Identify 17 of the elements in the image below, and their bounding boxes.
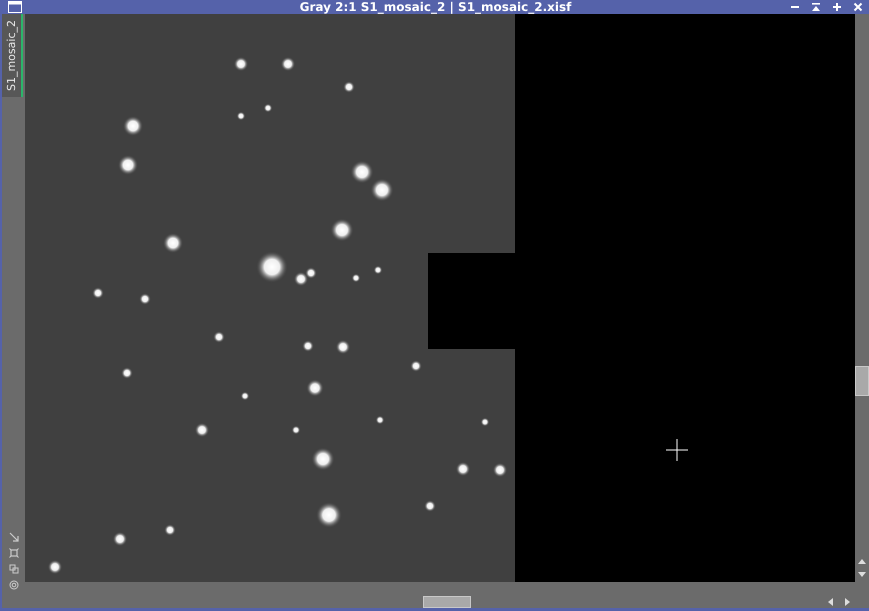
- scroll-up-icon[interactable]: [857, 558, 867, 564]
- window-title: Gray 2:1 S1_mosaic_2 | S1_mosaic_2.xisf: [300, 0, 572, 14]
- fit-icon[interactable]: [8, 548, 18, 558]
- maximize-icon[interactable]: [832, 2, 842, 12]
- scroll-down-icon[interactable]: [857, 572, 867, 578]
- arrow-icon[interactable]: [8, 532, 18, 542]
- scrollbar-thumb[interactable]: [855, 366, 869, 396]
- scrollbar-thumb[interactable]: [423, 596, 471, 608]
- clone-icon[interactable]: [8, 564, 18, 574]
- shade-icon[interactable]: [811, 2, 821, 12]
- scroll-right-icon[interactable]: [845, 597, 851, 607]
- close-icon[interactable]: [853, 2, 863, 12]
- scroll-left-icon[interactable]: [827, 597, 833, 607]
- crosshair-cursor-icon: [666, 439, 688, 461]
- target-icon[interactable]: [8, 580, 18, 590]
- window-icon[interactable]: [8, 1, 22, 13]
- view-tab[interactable]: S1_mosaic_2: [2, 14, 23, 98]
